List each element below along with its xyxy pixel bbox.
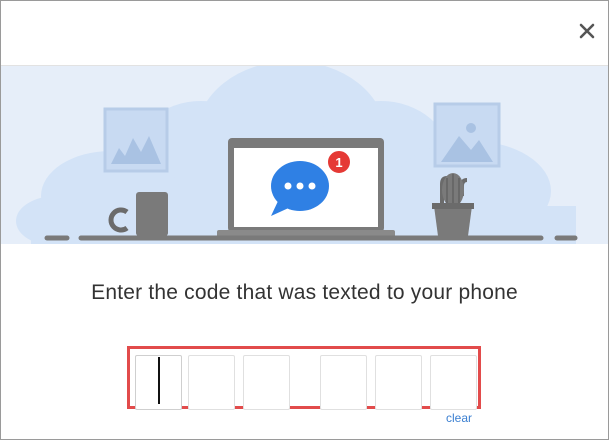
- verification-dialog: 1 Enter the code that was texted to your…: [0, 0, 609, 440]
- code-digit-2[interactable]: [188, 355, 235, 410]
- clear-link[interactable]: clear: [446, 411, 472, 425]
- code-digit-3[interactable]: [243, 355, 290, 410]
- code-digit-6[interactable]: [430, 355, 477, 410]
- picture-frame-right: [433, 102, 501, 168]
- picture-frame-left: [103, 107, 169, 173]
- code-digit-5[interactable]: [375, 355, 422, 410]
- svg-text:1: 1: [335, 155, 342, 170]
- close-icon[interactable]: [575, 19, 599, 43]
- notification-badge: 1: [326, 149, 352, 175]
- illustration-banner: 1: [1, 65, 608, 244]
- text-cursor: [158, 357, 160, 404]
- code-digit-4[interactable]: [320, 355, 367, 410]
- code-input-group: [127, 346, 481, 410]
- instruction-text: Enter the code that was texted to your p…: [91, 281, 518, 304]
